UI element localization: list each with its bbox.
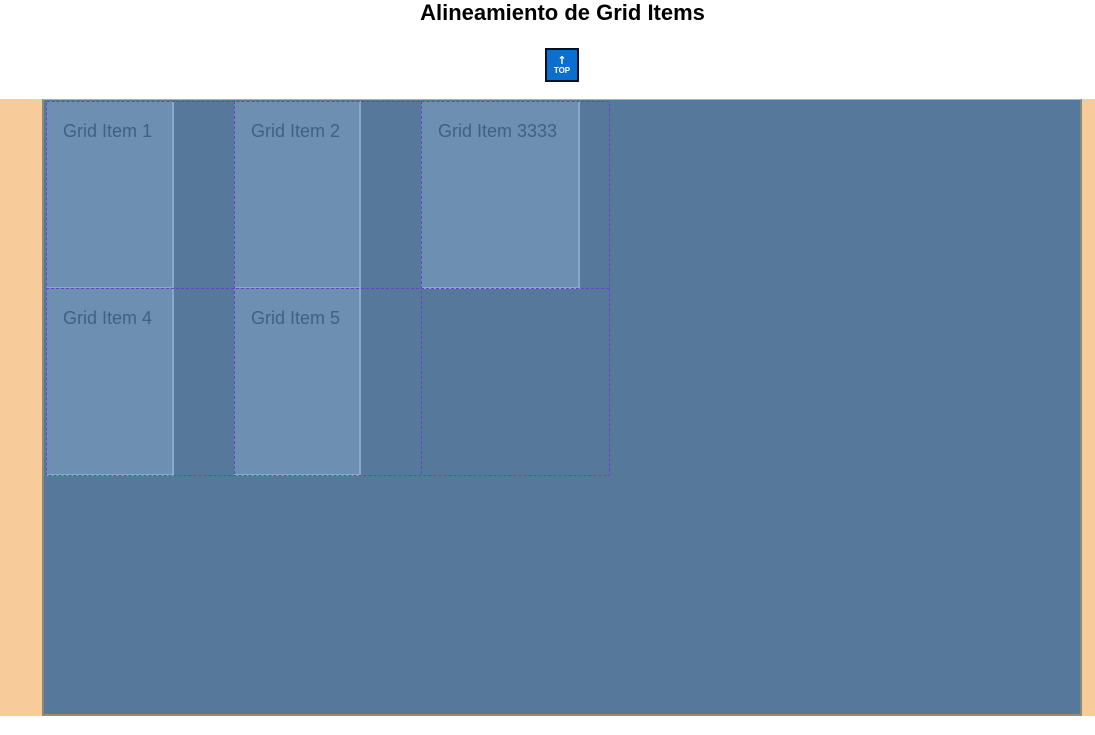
arrow-up-icon: ↑ (557, 53, 567, 67)
grid-container: Grid Item 1 Grid Item 2 Grid Item 3333 G… (42, 99, 1082, 716)
top-button-label: TOP (553, 65, 571, 75)
page-title: Alineamiento de Grid Items (420, 0, 705, 25)
page: Alineamiento de Grid Items ↑ TOP Grid It… (0, 0, 1095, 735)
back-to-top-button[interactable]: ↑ TOP (545, 48, 579, 82)
grid-lines-overlay (46, 101, 610, 476)
